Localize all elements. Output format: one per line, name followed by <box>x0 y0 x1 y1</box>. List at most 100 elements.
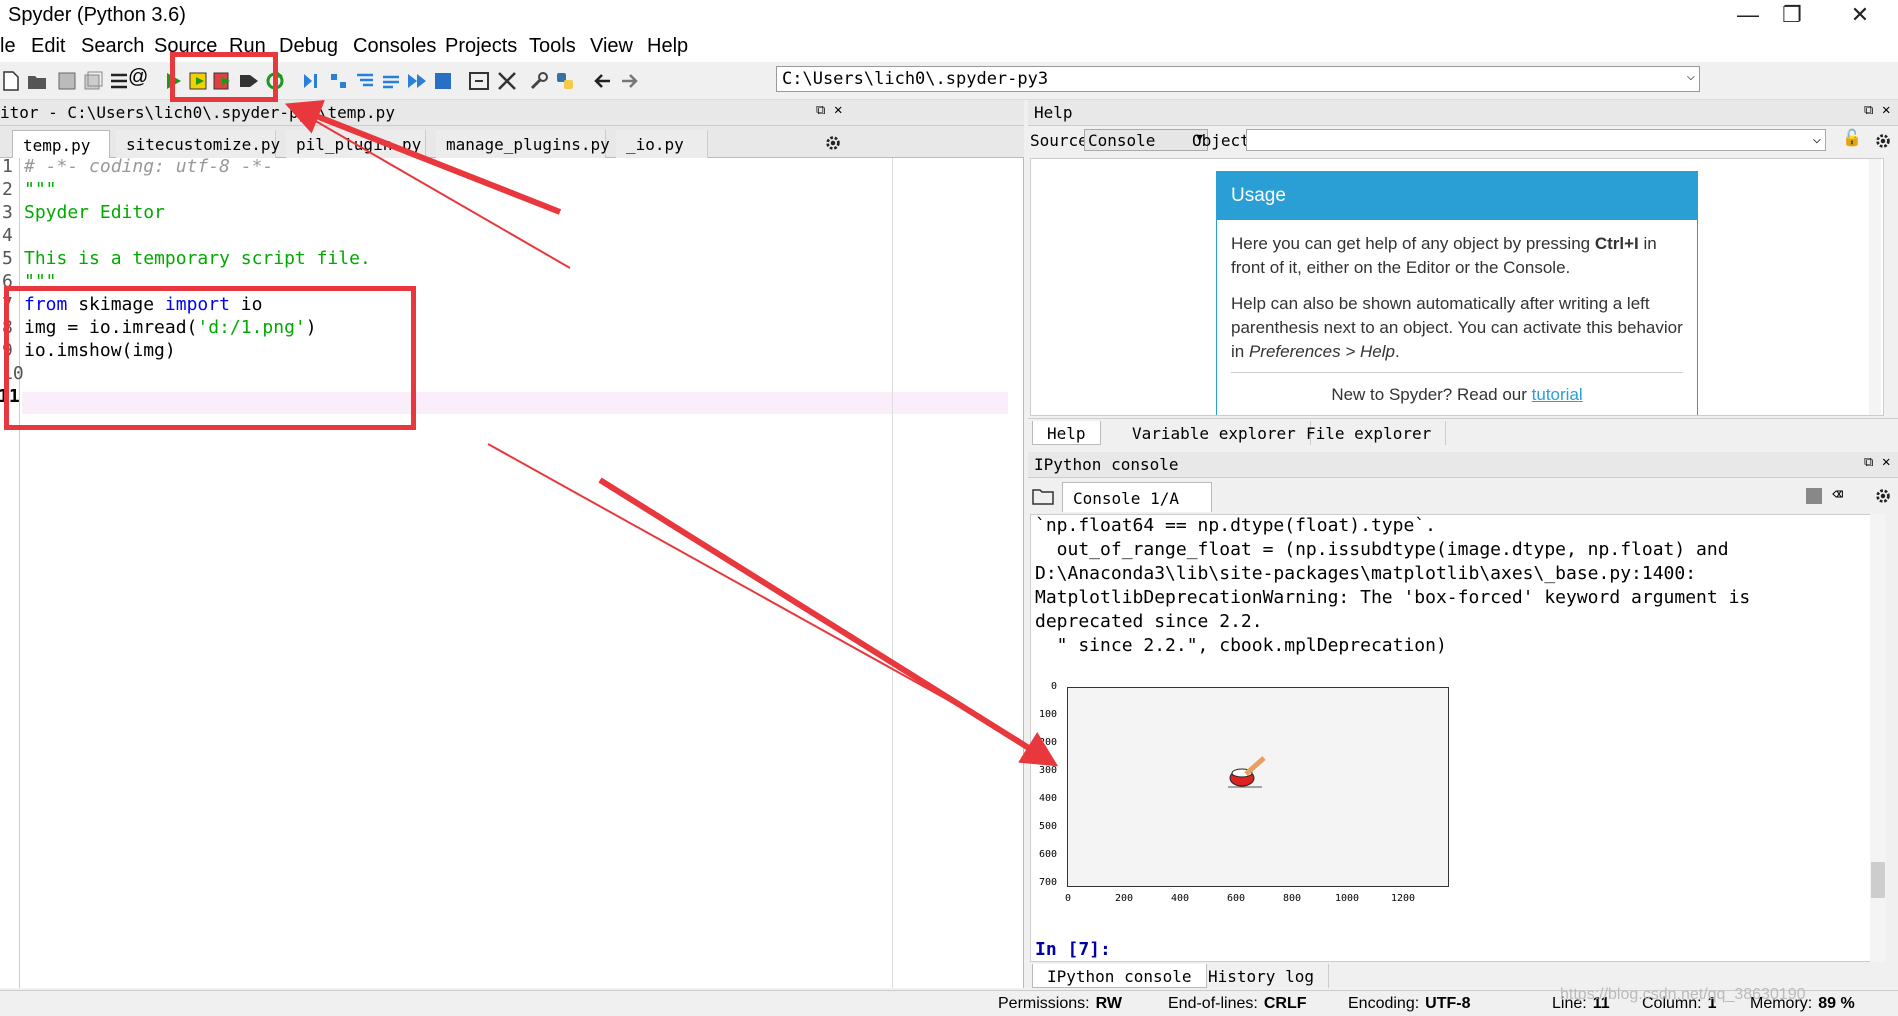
console-line: `np.float64 == np.dtype(float).type`. <box>1035 515 1436 536</box>
help-scrollbar[interactable] <box>1869 159 1881 415</box>
console-tabs: Console 1/A ✕ ⌫ <box>1028 480 1898 530</box>
y-tick: 400 <box>1038 793 1057 804</box>
step-into-icon[interactable] <box>354 70 376 92</box>
y-tick: 600 <box>1038 849 1057 860</box>
close-pane-icon[interactable]: ✕ <box>1882 454 1890 470</box>
step-return-icon[interactable] <box>380 70 402 92</box>
tab-history-log[interactable]: History log <box>1194 964 1329 988</box>
chevron-down-icon[interactable]: ⌵ <box>1687 68 1695 84</box>
save-all-icon[interactable] <box>82 70 104 92</box>
source-label: Source <box>1030 131 1088 150</box>
x-tick: 0 <box>1065 893 1072 904</box>
back-arrow-icon[interactable] <box>592 70 614 92</box>
stop-icon[interactable] <box>432 70 454 92</box>
maximize-button[interactable]: ❐ <box>1762 0 1822 32</box>
source-select-value: Console <box>1088 131 1156 150</box>
step-icon[interactable] <box>328 70 350 92</box>
close-pane-icon[interactable]: ✕ <box>1882 102 1890 118</box>
object-input[interactable]: ⌵ <box>1246 129 1826 151</box>
x-tick: 800 <box>1283 893 1302 904</box>
list-icon[interactable] <box>108 70 130 92</box>
help-pane-header: Help ⧉ ✕ <box>1028 100 1898 126</box>
forward-arrow-icon[interactable] <box>618 70 640 92</box>
console-scrollbar-thumb[interactable] <box>1871 862 1885 898</box>
undock-icon[interactable]: ⧉ <box>816 103 825 118</box>
y-tick: 200 <box>1038 737 1057 748</box>
save-icon[interactable] <box>56 70 78 92</box>
console-pane-header: IPython console ⧉ ✕ <box>1028 452 1898 478</box>
open-file-icon[interactable] <box>26 70 48 92</box>
debug-icon[interactable] <box>300 70 322 92</box>
status-encoding: Encoding: UTF-8 <box>1348 995 1471 1012</box>
line-number: 5 <box>2 248 13 269</box>
y-tick: 100 <box>1038 709 1057 720</box>
editor-pane-title: itor - C:\Users\lich0\.spyder-py3\temp.p… <box>0 103 395 122</box>
working-directory-field[interactable]: C:\Users\lich0\.spyder-py3 ⌵ <box>776 66 1700 92</box>
code-line-2: """ <box>24 179 57 200</box>
gear-icon[interactable] <box>1874 487 1892 505</box>
maximize-pane-icon[interactable] <box>468 70 490 92</box>
annotation-box-code <box>4 286 416 430</box>
undock-icon[interactable]: ⧉ <box>1864 103 1873 118</box>
code-line-1: # -*- coding: utf-8 -*- <box>24 156 274 177</box>
tab-file-explorer[interactable]: File explorer <box>1292 421 1447 445</box>
ipython-console-output[interactable]: `np.float64 == np.dtype(float).type`. ou… <box>1030 514 1886 962</box>
tab-variable-explorer[interactable]: Variable explorer <box>1118 421 1311 445</box>
tab-help[interactable]: Help <box>1032 421 1101 445</box>
menu-bar: le Edit Search Source Run Debug Consoles… <box>0 32 1898 62</box>
line-number: 4 <box>2 225 13 246</box>
imshow-plot <box>1067 687 1449 887</box>
line-number: 3 <box>2 202 13 223</box>
object-label: Object <box>1192 131 1250 150</box>
fullscreen-icon[interactable] <box>496 70 518 92</box>
x-tick: 1200 <box>1391 893 1416 904</box>
x-tick: 200 <box>1115 893 1134 904</box>
line-number: 1 <box>2 156 13 177</box>
menu-tools[interactable]: Tools <box>529 35 576 58</box>
tab-console-1a[interactable]: Console 1/A ✕ <box>1062 482 1212 530</box>
new-file-icon[interactable] <box>0 70 22 92</box>
y-tick: 700 <box>1038 877 1057 888</box>
console-line: D:\Anaconda3\lib\site-packages\matplotli… <box>1035 563 1697 584</box>
at-icon[interactable]: @ <box>128 66 150 88</box>
usage-paragraph-3: New to Spyder? Read our tutorial <box>1331 385 1583 404</box>
menu-edit[interactable]: Edit <box>31 35 65 58</box>
menu-projects[interactable]: Projects <box>445 35 517 58</box>
line-number: 2 <box>2 179 13 200</box>
y-tick: 300 <box>1038 765 1057 776</box>
menu-search[interactable]: Search <box>81 35 144 58</box>
x-tick: 600 <box>1227 893 1246 904</box>
console-line: deprecated since 2.2. <box>1035 611 1263 632</box>
source-select[interactable]: Console ▼ <box>1084 129 1208 151</box>
y-tick: 500 <box>1038 821 1057 832</box>
console-prompt: In [7]: <box>1035 939 1111 960</box>
code-line-3: Spyder Editor <box>24 202 165 223</box>
menu-file[interactable]: le <box>0 35 16 58</box>
y-tick: 0 <box>1050 681 1057 692</box>
spyder-window: Spyder (Python 3.6) — ❐ ✕ le Edit Search… <box>0 0 1898 1016</box>
usage-paragraph-2: Help can also be shown automatically aft… <box>1231 294 1683 361</box>
python-path-icon[interactable] <box>554 70 576 92</box>
lock-icon[interactable]: 🔓 <box>1842 128 1862 147</box>
continue-icon[interactable] <box>406 70 428 92</box>
stop-square-icon[interactable] <box>1806 488 1822 504</box>
eraser-icon[interactable]: ⌫ <box>1832 484 1843 505</box>
close-button[interactable]: ✕ <box>1830 0 1890 32</box>
preferences-wrench-icon[interactable] <box>528 70 550 92</box>
menu-consoles[interactable]: Consoles <box>353 35 436 58</box>
undock-icon[interactable]: ⧉ <box>1864 455 1873 470</box>
tutorial-link[interactable]: tutorial <box>1532 385 1583 404</box>
chevron-down-icon[interactable]: ⌵ <box>1813 131 1821 147</box>
watermark: https://blog.csdn.net/qq_38630190 <box>1560 986 1806 1003</box>
menu-debug[interactable]: Debug <box>279 35 338 58</box>
status-eol: End-of-lines: CRLF <box>1168 995 1307 1012</box>
menu-help[interactable]: Help <box>647 35 688 58</box>
gear-icon[interactable] <box>1874 132 1892 150</box>
status-permissions: Permissions: RW <box>998 995 1122 1012</box>
folder-icon[interactable] <box>1032 487 1054 505</box>
console-line: MatplotlibDeprecationWarning: The 'box-f… <box>1035 587 1751 608</box>
close-pane-icon[interactable]: ✕ <box>834 102 842 118</box>
tab-ipython-console[interactable]: IPython console <box>1032 964 1207 988</box>
usage-divider <box>1231 372 1683 373</box>
menu-view[interactable]: View <box>590 35 633 58</box>
